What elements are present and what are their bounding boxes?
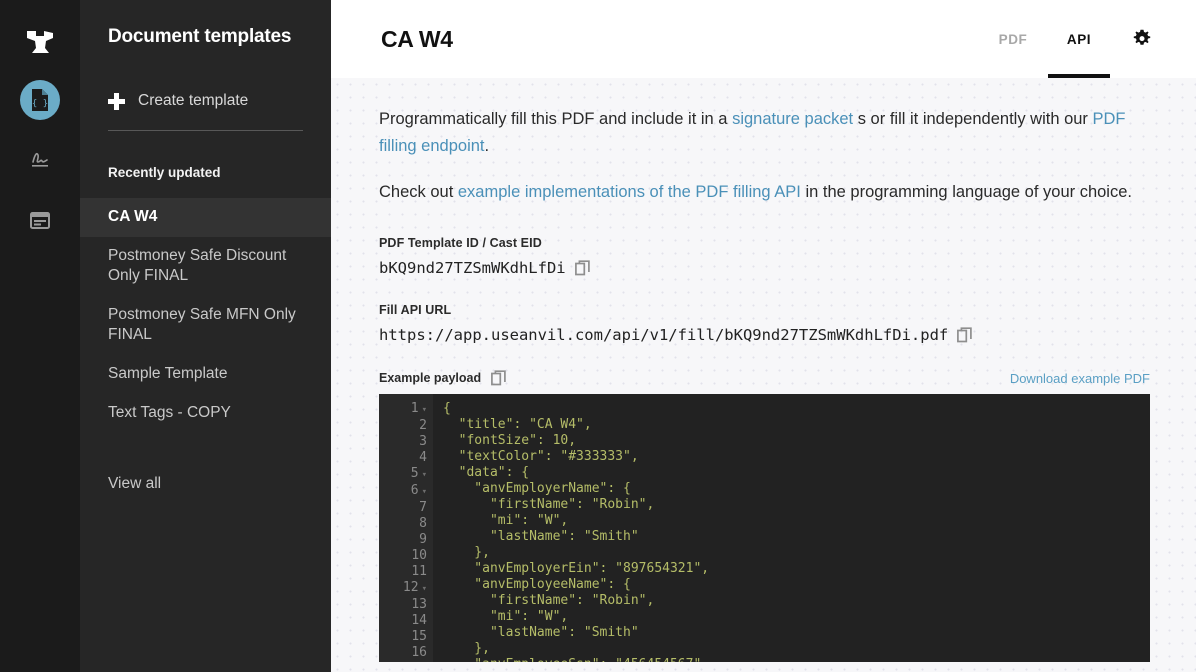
intro-paragraph-1: Programmatically fill this PDF and inclu… <box>379 106 1150 159</box>
code-line: }, <box>443 641 490 657</box>
code-fold-toggle-icon[interactable]: ▾ <box>422 487 427 497</box>
code-line-number: 13 <box>411 597 427 613</box>
code-line-number: 5 ▾ <box>410 466 427 482</box>
code-line-number: 15 <box>411 629 427 645</box>
anvil-logo-icon[interactable] <box>20 22 60 62</box>
intro-paragraph-2: Check out example implementations of the… <box>379 179 1150 206</box>
code-line: "textColor": "#333333", <box>443 449 639 465</box>
sidebar-item-postmoney-mfn[interactable]: Postmoney Safe MFN Only FINAL <box>80 296 331 355</box>
code-fold-toggle-icon[interactable]: ▾ <box>422 584 427 594</box>
code-line: "anvEmployeeSsn": "456454567", <box>443 657 1150 662</box>
templates-sidebar: Document templates Create template Recen… <box>80 0 331 672</box>
code-line-number: 11 <box>411 564 427 580</box>
intro-text-2a: Check out <box>379 183 458 202</box>
code-line-number: 8 <box>419 516 427 532</box>
tab-pdf[interactable]: PDF <box>980 0 1046 78</box>
code-line-number: 2 <box>419 418 427 434</box>
code-line-number: 3 <box>419 434 427 450</box>
payload-label: Example payload <box>379 371 482 386</box>
code-line: "data": { <box>443 465 530 481</box>
code-line: "mi": "W", <box>443 513 569 529</box>
copy-icon[interactable] <box>491 370 506 386</box>
code-lines[interactable]: { "title": "CA W4", "fontSize": 10, "tex… <box>433 394 1150 662</box>
example-payload-code-block[interactable]: 1▾2345▾6▾789101112▾1314151617 { "title":… <box>379 394 1150 663</box>
code-line-number: 4 <box>419 450 427 466</box>
app-root: { } Document templates Create template R… <box>0 0 1196 672</box>
code-line-number: 7 <box>419 500 427 516</box>
intro-text-1a: Programmatically fill this PDF and inclu… <box>379 110 733 128</box>
code-line: "anvEmployerName": { <box>443 481 631 497</box>
copy-icon[interactable] <box>574 260 590 276</box>
template-id-row: bKQ9nd27TZSmWKdhLfDi <box>379 259 1150 277</box>
code-line: "anvEmployerEin": "897654321", <box>443 561 710 577</box>
template-list: CA W4 Postmoney Safe Discount Only FINAL… <box>80 198 331 432</box>
create-template-button[interactable]: Create template <box>80 92 331 110</box>
page-title: CA W4 <box>381 25 453 52</box>
code-line-number: 9 <box>419 532 427 548</box>
code-line-number: 10 <box>411 548 427 564</box>
fill-url-row: https://app.useanvil.com/api/v1/fill/bKQ… <box>379 326 1150 344</box>
sidebar-divider <box>108 130 303 131</box>
plus-icon <box>108 92 125 110</box>
icon-rail: { } <box>0 0 80 672</box>
sidebar-section-label: Recently updated <box>108 165 221 180</box>
intro-text-2b: in the programming language of your choi… <box>800 183 1132 202</box>
sidebar-item-sample-template[interactable]: Sample Template <box>80 355 331 394</box>
code-line: "firstName": "Robin", <box>443 497 655 513</box>
webform-icon <box>30 211 50 229</box>
sidebar-item-text-tags-copy[interactable]: Text Tags - COPY <box>80 394 331 433</box>
code-line-number: 16 <box>411 645 427 661</box>
code-line: "title": "CA W4", <box>443 417 592 433</box>
copy-icon[interactable] <box>957 327 972 343</box>
create-template-label: Create template <box>138 92 249 109</box>
code-line: }, <box>443 545 490 561</box>
rail-item-webforms[interactable] <box>20 200 60 240</box>
settings-button[interactable] <box>1112 0 1172 78</box>
template-id-value: bKQ9nd27TZSmWKdhLfDi <box>379 259 566 278</box>
sidebar-item-postmoney-discount[interactable]: Postmoney Safe Discount Only FINAL <box>80 237 331 296</box>
code-gutter: 1▾2345▾6▾789101112▾1314151617 <box>379 394 433 663</box>
signature-packet-link[interactable]: signature packet <box>732 110 853 128</box>
code-line: "fontSize": 10, <box>443 433 577 449</box>
sidebar-item-ca-w4[interactable]: CA W4 <box>80 198 331 237</box>
code-line-number: 1 ▾ <box>410 401 427 417</box>
rail-item-signatures[interactable] <box>20 140 60 180</box>
top-bar: CA W4 PDF API <box>331 0 1196 78</box>
view-tabs: PDF API <box>980 0 1172 78</box>
code-line: "firstName": "Robin", <box>443 593 655 609</box>
tab-api[interactable]: API <box>1046 0 1112 78</box>
code-line: "anvEmployeeName": { <box>443 577 631 593</box>
code-fold-toggle-icon[interactable]: ▾ <box>422 405 427 415</box>
code-line: "mi": "W", <box>443 609 569 625</box>
view-all-link[interactable]: View all <box>80 466 331 502</box>
fill-url-value: https://app.useanvil.com/api/v1/fill/bKQ… <box>379 326 949 345</box>
code-line-number: 12 ▾ <box>402 580 427 596</box>
template-id-label: PDF Template ID / Cast EID <box>379 236 542 251</box>
payload-header: Example payload Download example PDF <box>379 370 1150 386</box>
code-line: { <box>443 401 451 417</box>
api-content-panel: Programmatically fill this PDF and inclu… <box>331 78 1196 672</box>
document-braces-icon: { } <box>32 89 48 111</box>
gear-icon <box>1133 29 1151 45</box>
intro-text-1b: s or fill it independently with our <box>853 110 1093 128</box>
main-panel: CA W4 PDF API Programmatically fill this… <box>331 0 1196 672</box>
code-line-number: 14 <box>411 613 427 629</box>
download-example-pdf-link[interactable]: Download example PDF <box>1010 371 1150 386</box>
rail-item-templates[interactable]: { } <box>20 80 60 120</box>
example-implementations-link[interactable]: example implementations of the PDF filli… <box>458 183 801 201</box>
intro-text-1c: . <box>484 136 490 155</box>
code-line: "lastName": "Smith" <box>443 625 639 641</box>
sidebar-title: Document templates <box>108 26 292 47</box>
code-fold-toggle-icon[interactable]: ▾ <box>422 470 427 480</box>
fill-url-label: Fill API URL <box>379 303 452 318</box>
code-line: "lastName": "Smith" <box>443 529 639 545</box>
code-line-number: 17 <box>379 661 433 662</box>
signature-icon <box>32 152 48 167</box>
svg-text:{ }: { } <box>32 99 48 109</box>
code-line-number: 6 ▾ <box>410 483 427 499</box>
